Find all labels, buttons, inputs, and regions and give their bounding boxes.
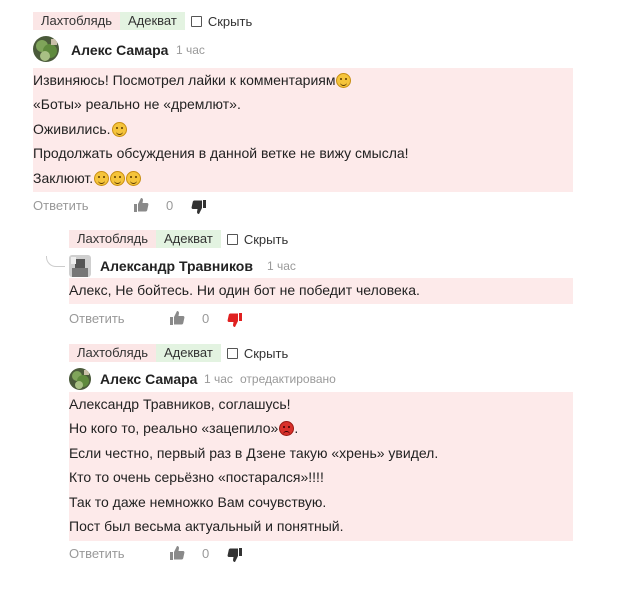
comment-line: Пост был весьма актуальный и понятный. [69,517,344,534]
comment-time: 1 час [267,259,296,273]
laughing-face-icon [94,170,110,186]
thumbs-down-icon[interactable] [191,199,207,218]
avatar-plant-icon [69,368,91,390]
comment-line: Алекс, Не бойтесь. Ни один бот не победи… [69,282,420,298]
reply-thread-line [46,256,65,267]
sad-face-icon [126,170,142,186]
comment-body: Александр Травников, соглашусь! Но кого … [69,392,573,541]
comment-line: Так то даже немножко Вам сочувствую. [69,493,327,510]
avatar-gray-icon [69,255,91,277]
thumbs-down-icon[interactable] [227,547,243,566]
hide-label[interactable]: Скрыть [244,232,288,247]
avatar-plant-icon [33,36,59,62]
hide-label[interactable]: Скрыть [244,346,288,361]
tag-lakhtoblyad[interactable]: Лахтоблядь [33,12,120,30]
tag-adekvat[interactable]: Адекват [120,12,185,30]
like-count: 0 [202,311,210,326]
avatar[interactable] [69,255,91,277]
hide-label[interactable]: Скрыть [208,14,252,29]
comment-time: 1 час [176,43,205,57]
hide-checkbox[interactable] [226,347,238,359]
comment-actions: Ответить 0 [69,543,249,563]
reply-button[interactable]: Ответить [69,546,125,561]
author-name[interactable]: Алекс Самара [100,371,197,387]
avatar[interactable] [33,36,59,62]
thumbs-up-icon[interactable] [169,545,185,564]
laughing-face-icon [336,73,352,88]
comment-body: Алекс, Не бойтесь. Ни один бот не победи… [69,278,573,304]
comment-line: Кто то очень серьёзно «постарался»!!!! [69,469,324,486]
hide-checkbox[interactable] [226,233,238,245]
comment-line: Александр Травников, соглашусь! [69,396,291,412]
comment-actions: Ответить 0 [33,195,213,215]
tears-of-joy-icon [111,121,127,137]
tag-bar: Лахтоблядь Адекват Скрыть [33,11,252,31]
reply-button[interactable]: Ответить [33,198,89,213]
tag-lakhtoblyad[interactable]: Лахтоблядь [69,230,156,248]
tag-bar: Лахтоблядь Адекват Скрыть [69,343,288,363]
like-count: 0 [202,546,210,561]
reply-button[interactable]: Ответить [69,311,125,326]
avatar[interactable] [69,368,91,390]
comment-line: Если честно, первый раз в Дзене такую «х… [69,444,439,461]
comment-line: Заклюют. [33,166,573,190]
tag-bar: Лахтоблядь Адекват Скрыть [69,229,288,249]
comment-line: Но кого то, реально «зацепило». [69,420,299,437]
thumbs-down-icon[interactable] [227,312,243,331]
comment-time: 1 час [204,372,233,386]
tag-lakhtoblyad[interactable]: Лахтоблядь [69,344,156,362]
comment-line: Оживились. [33,117,573,141]
author-name[interactable]: Александр Травников [100,258,253,274]
edited-label: отредактировано [240,372,336,386]
angry-face-icon [279,421,295,437]
comment-line: Продолжать обсуждения в данной ветке не … [33,145,409,162]
hide-checkbox[interactable] [190,15,202,27]
author-name[interactable]: Алекс Самара [71,42,168,58]
tag-adekvat[interactable]: Адекват [156,344,221,362]
comment-actions: Ответить 0 [69,308,249,328]
tag-adekvat[interactable]: Адекват [156,230,221,248]
like-count: 0 [166,198,174,213]
comment-line: «Боты» реально не «дремлют». [33,96,241,113]
thumbs-up-icon[interactable] [133,197,149,216]
comment-line: Извиняюсь! Посмотрел лайки к комментария… [33,68,573,92]
thumbs-up-icon[interactable] [169,310,185,329]
grinning-sweat-icon [110,170,126,186]
comment-body: Извиняюсь! Посмотрел лайки к комментария… [33,68,573,192]
